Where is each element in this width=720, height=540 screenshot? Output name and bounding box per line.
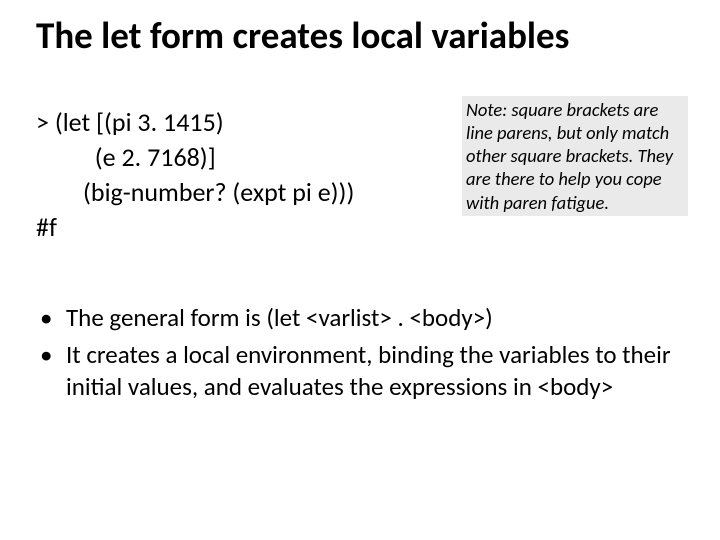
- bullet-dot: •: [36, 302, 66, 333]
- code-line-2: (e 2. 7168)]: [36, 140, 446, 175]
- note-callout: Note: square brackets are line parens, b…: [462, 96, 688, 216]
- bullet-text: The general form is (let <varlist> . <bo…: [66, 302, 684, 333]
- list-item: • It creates a local environment, bindin…: [36, 339, 684, 402]
- code-line-1: > (let [(pi 3. 1415): [36, 105, 446, 140]
- code-example: > (let [(pi 3. 1415) (e 2. 7168)] (big-n…: [36, 105, 446, 245]
- bullet-list: • The general form is (let <varlist> . <…: [36, 302, 684, 408]
- code-line-4: #f: [36, 210, 446, 245]
- bullet-text: It creates a local environment, binding …: [66, 339, 684, 402]
- code-line-3: (big-number? (expt pi e))): [36, 175, 446, 210]
- list-item: • The general form is (let <varlist> . <…: [36, 302, 684, 333]
- page-title: The let form creates local variables: [36, 16, 700, 57]
- bullet-dot: •: [36, 339, 66, 402]
- slide: The let form creates local variables > (…: [0, 0, 720, 540]
